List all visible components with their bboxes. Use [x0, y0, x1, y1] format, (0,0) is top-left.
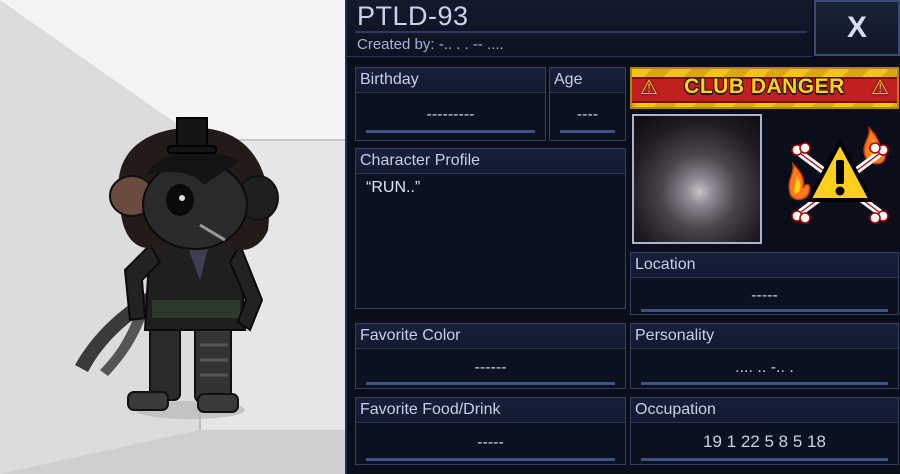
character-scene — [0, 0, 345, 474]
favorite-food-underline — [366, 458, 615, 461]
personality-underline — [641, 382, 888, 385]
character-figure — [0, 0, 345, 474]
crossbones-icon — [788, 126, 889, 224]
close-icon: X — [846, 11, 867, 44]
banner-text: CLUB DANGER — [684, 75, 845, 98]
title-bar: PTLD-93 Created by: -.. . . -- .... — [347, 0, 812, 57]
location-underline — [641, 309, 888, 312]
created-by-text: Created by: -.. . . -- .... — [357, 36, 504, 53]
character-profile-label: Character Profile — [356, 149, 625, 174]
age-value: ---- — [576, 106, 599, 123]
age-underline — [560, 130, 615, 133]
character-profile-field[interactable]: Character Profile “RUN..” — [355, 148, 626, 309]
character-portrait[interactable] — [632, 114, 762, 244]
occupation-value: 19 1 22 5 8 5 18 — [703, 432, 826, 451]
occupation-label: Occupation — [631, 398, 898, 423]
personality-label: Personality — [631, 324, 898, 349]
personality-value: .... .. -.. . — [735, 359, 794, 376]
title-divider — [355, 31, 807, 33]
favorite-color-underline — [366, 382, 615, 385]
close-button[interactable]: X — [814, 0, 900, 56]
favorite-food-label: Favorite Food/Drink — [356, 398, 625, 423]
occupation-field[interactable]: Occupation 19 1 22 5 8 5 18 — [630, 397, 899, 465]
club-danger-banner: ⚠ CLUB DANGER ⚠ — [630, 67, 899, 109]
birthday-value: --------- — [426, 106, 475, 123]
personality-field[interactable]: Personality .... .. -.. . — [630, 323, 899, 389]
location-value: ----- — [751, 287, 778, 304]
profile-panel: PTLD-93 Created by: -.. . . -- .... X Bi… — [345, 0, 900, 474]
warning-icon: ⚠ — [871, 77, 889, 99]
favorite-color-value: ------ — [474, 359, 507, 376]
age-label: Age — [550, 68, 625, 93]
birthday-underline — [366, 130, 535, 133]
birthday-label: Birthday — [356, 68, 545, 93]
favorite-color-label: Favorite Color — [356, 324, 625, 349]
favorite-food-field[interactable]: Favorite Food/Drink ----- — [355, 397, 626, 465]
birthday-field[interactable]: Birthday --------- — [355, 67, 546, 141]
character-profile-text: “RUN..” — [366, 179, 421, 196]
occupation-underline — [641, 458, 888, 461]
age-field[interactable]: Age ---- — [549, 67, 626, 141]
location-field[interactable]: Location ----- — [630, 252, 899, 315]
favorite-food-value: ----- — [477, 434, 504, 451]
favorite-color-field[interactable]: Favorite Color ------ — [355, 323, 626, 389]
character-name: PTLD-93 — [357, 1, 469, 31]
location-label: Location — [631, 253, 898, 278]
